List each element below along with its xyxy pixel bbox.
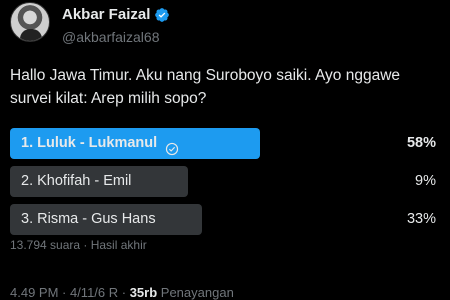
author-names: Akbar Faizal @akbarfaizal68 <box>62 2 170 45</box>
avatar[interactable] <box>10 2 50 42</box>
poll-percent-3: 33% <box>406 211 436 227</box>
poll-option-3: 3. Risma - Gus Hans 33% <box>10 204 440 235</box>
poll-option-label-1: 1. Luluk - Lukmanul <box>21 128 179 159</box>
tweet-timestamp[interactable]: 4.49 PM · 4/11/6 R · <box>10 285 130 300</box>
verified-badge-icon <box>154 7 170 23</box>
tweet-header: Akbar Faizal @akbarfaizal68 <box>10 2 170 45</box>
tweet-footer: 4.49 PM · 4/11/6 R · 35rb Penayangan <box>10 285 234 300</box>
poll-meta: 13.794 suara · Hasil akhir <box>10 238 147 252</box>
poll-option-2: 2. Khofifah - Emil 9% <box>10 166 440 197</box>
name-row: Akbar Faizal <box>62 6 170 23</box>
poll-option-text-1: 1. Luluk - Lukmanul <box>21 135 158 151</box>
author-display-name[interactable]: Akbar Faizal <box>62 6 150 23</box>
views-count: 35rb <box>129 285 158 300</box>
poll-percent-1: 58% <box>406 135 436 151</box>
tweet-text: Hallo Jawa Timur. Aku nang Suroboyo saik… <box>10 67 401 107</box>
views-label: Penayangan <box>157 285 234 300</box>
poll: 1. Luluk - Lukmanul 58% 2. Khofifah - Em… <box>10 128 440 242</box>
poll-option-1: 1. Luluk - Lukmanul 58% <box>10 128 440 159</box>
poll-percent-2: 9% <box>415 173 436 189</box>
poll-option-label-2: 2. Khofifah - Emil <box>21 173 132 189</box>
poll-option-label-3: 3. Risma - Gus Hans <box>21 211 156 227</box>
check-circle-icon <box>165 137 179 155</box>
author-handle[interactable]: @akbarfaizal68 <box>62 29 170 45</box>
